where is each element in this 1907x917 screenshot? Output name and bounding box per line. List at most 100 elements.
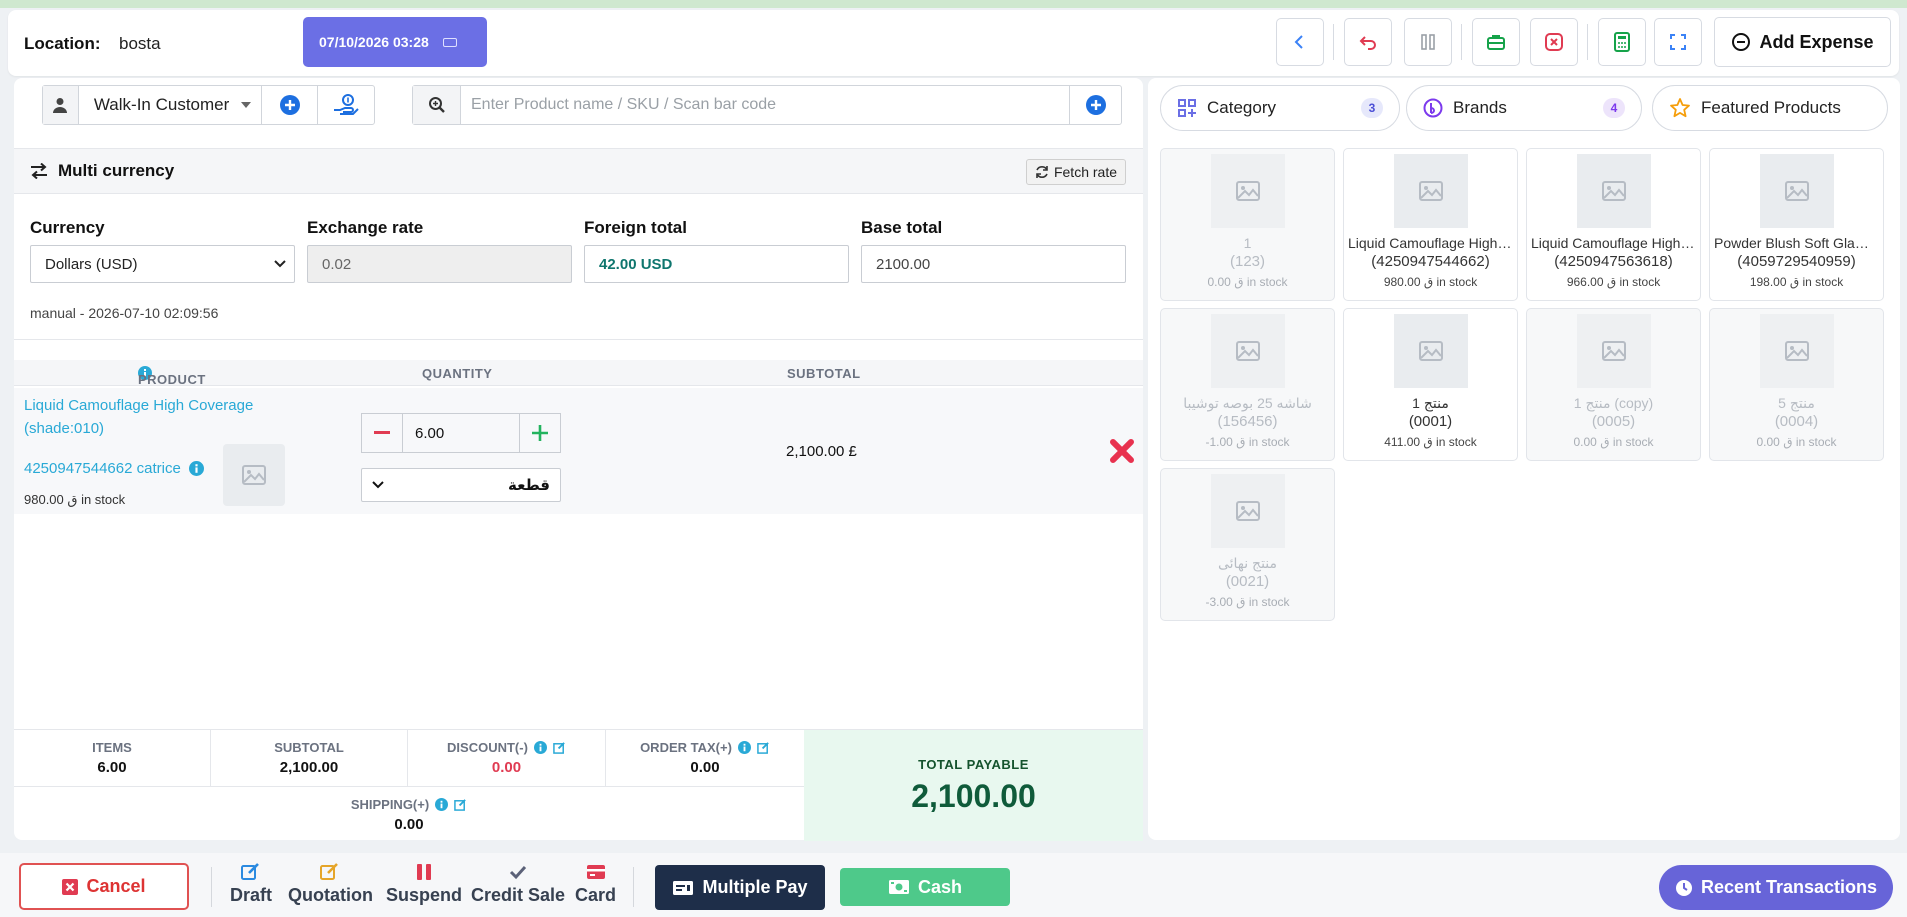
info-icon[interactable] bbox=[435, 798, 449, 811]
undo-icon bbox=[1359, 36, 1376, 50]
pause-button[interactable] bbox=[1404, 18, 1452, 66]
cash-button[interactable]: Cash bbox=[840, 868, 1010, 906]
keyboard-icon bbox=[442, 37, 457, 47]
image-placeholder-icon bbox=[1393, 314, 1468, 388]
product-card[interactable]: منتج 5 (0004) 0.00 ق in stock bbox=[1709, 308, 1884, 461]
edit-icon[interactable] bbox=[553, 741, 566, 754]
product-card-name: شاشه 25 بوصه توشيبا bbox=[1183, 395, 1312, 411]
product-search-group bbox=[412, 85, 1122, 125]
cancel-button[interactable]: Cancel bbox=[19, 863, 189, 910]
register-details-button[interactable] bbox=[1472, 18, 1520, 66]
plus-circle-icon bbox=[279, 95, 300, 115]
currency-select[interactable]: Dollars (USD) bbox=[30, 245, 295, 283]
calculator-icon bbox=[1614, 32, 1630, 52]
multi-currency-title: Multi currency bbox=[58, 161, 175, 180]
exchange-rate-field: Exchange rate 0.02 bbox=[307, 218, 572, 283]
product-card[interactable]: 1 (123) 0.00 ق in stock bbox=[1160, 148, 1335, 301]
back-button[interactable] bbox=[1276, 18, 1324, 66]
product-card-name: منتج نهائى bbox=[1217, 555, 1278, 571]
product-card[interactable]: شاشه 25 بوصه توشيبا (156456) -1.00 ق in st… bbox=[1160, 308, 1335, 461]
cart-table-header: PRODUCT QUANTITY SUBTOTAL bbox=[14, 360, 1143, 387]
edit-icon[interactable] bbox=[757, 741, 770, 754]
info-icon[interactable] bbox=[188, 461, 204, 476]
product-card-sku: (0021) bbox=[1225, 573, 1270, 590]
fetch-rate-button[interactable]: Fetch rate bbox=[1025, 159, 1126, 185]
add-customer-button[interactable] bbox=[262, 86, 319, 124]
edit-icon[interactable] bbox=[454, 798, 467, 811]
transaction-date-button[interactable]: 07/10/2026 03:28 bbox=[303, 17, 487, 67]
briefcase-icon bbox=[1487, 35, 1505, 50]
product-card[interactable]: Powder Blush Soft Glam Powder (4059729540… bbox=[1709, 148, 1884, 301]
top-strip bbox=[0, 0, 1907, 8]
subtotal-column-header: SUBTOTAL bbox=[787, 366, 861, 381]
multiple-pay-button[interactable]: Multiple Pay bbox=[655, 865, 825, 910]
add-product-button[interactable] bbox=[1069, 86, 1121, 124]
minus-circle-icon bbox=[1732, 33, 1751, 51]
total-payable-value: 2,100.00 bbox=[911, 778, 1036, 814]
totals-bar: ITEMS 6.00 SUBTOTAL 2,100.00 DISCOUNT(-)… bbox=[14, 729, 1143, 841]
info-icon[interactable] bbox=[533, 741, 547, 754]
location-label: Location: bbox=[24, 34, 101, 53]
card-label: Card bbox=[575, 885, 617, 905]
fullscreen-button[interactable] bbox=[1654, 18, 1702, 66]
recent-transactions-button[interactable]: Recent Transactions bbox=[1659, 865, 1893, 910]
tab-brands[interactable]: Brands 4 bbox=[1406, 85, 1642, 131]
product-card-name: 1 bbox=[1243, 235, 1252, 251]
quantity-stepper: 6.00 bbox=[361, 413, 561, 453]
suspend-button[interactable]: Suspend bbox=[386, 863, 462, 906]
product-card-stock: 980.00 ق in stock bbox=[1383, 275, 1478, 289]
draft-button[interactable]: Draft bbox=[230, 863, 272, 906]
image-placeholder-icon bbox=[1210, 474, 1285, 548]
footer-divider bbox=[633, 867, 634, 907]
pause-icon bbox=[1421, 34, 1435, 50]
calculator-button[interactable] bbox=[1598, 18, 1646, 66]
credit-card-icon bbox=[586, 865, 605, 879]
product-card-name: Liquid Camouflage High Coverage (shade:0… bbox=[1348, 235, 1517, 251]
close-register-button[interactable] bbox=[1530, 18, 1578, 66]
add-expense-button[interactable]: Add Expense bbox=[1714, 17, 1891, 67]
product-card[interactable]: منتج نهائى (0021) -3.00 ق in stock bbox=[1160, 468, 1335, 621]
quotation-button[interactable]: Quotation bbox=[288, 863, 373, 906]
tab-category[interactable]: Category 3 bbox=[1160, 85, 1400, 131]
unit-select[interactable]: قطعة bbox=[361, 468, 561, 502]
items-total: ITEMS 6.00 bbox=[14, 730, 211, 786]
image-placeholder-icon bbox=[1210, 314, 1285, 388]
tab-featured-products[interactable]: Featured Products bbox=[1652, 85, 1888, 131]
user-icon bbox=[43, 86, 79, 124]
exchange-rate-label: Exchange rate bbox=[307, 218, 424, 237]
credit-sale-button[interactable]: Credit Sale bbox=[471, 863, 565, 906]
card-button[interactable]: Card bbox=[575, 863, 616, 906]
location-value[interactable]: bosta bbox=[119, 34, 161, 54]
info-icon[interactable] bbox=[737, 741, 751, 754]
exchange-rate-input[interactable]: 0.02 bbox=[307, 245, 572, 283]
check-icon bbox=[509, 865, 527, 880]
product-card-sku: (0005) bbox=[1591, 413, 1636, 430]
items-label: ITEMS bbox=[92, 740, 132, 755]
cart-product-name[interactable]: Liquid Camouflage High Coverage (shade:0… bbox=[24, 394, 279, 440]
close-circle-icon bbox=[1545, 33, 1563, 51]
product-browser-panel: Category 3 Brands 4 Featured Products 1 (… bbox=[1148, 78, 1900, 840]
star-icon bbox=[1670, 98, 1690, 118]
product-card-sku: (4250947544662) bbox=[1371, 253, 1490, 270]
quantity-input[interactable]: 6.00 bbox=[402, 414, 520, 452]
return-button[interactable] bbox=[1344, 18, 1392, 66]
add-expense-label: Add Expense bbox=[1759, 31, 1874, 52]
customer-payment-button[interactable] bbox=[318, 86, 374, 124]
product-card-stock: 0.00 ق in stock bbox=[1573, 435, 1654, 449]
money-check-icon bbox=[673, 880, 694, 895]
order-tax-label: ORDER TAX(+) bbox=[640, 740, 732, 755]
product-card[interactable]: Liquid Camouflage High Coverage (shade:0… bbox=[1526, 148, 1701, 301]
product-search-input[interactable] bbox=[461, 86, 1069, 124]
cart-product-sku[interactable]: 4250947544662 catrice bbox=[24, 460, 181, 477]
chevron-down-icon bbox=[372, 481, 384, 489]
decrease-quantity-button[interactable] bbox=[362, 414, 402, 452]
base-total-value: 2100.00 bbox=[861, 245, 1126, 283]
remove-item-button[interactable] bbox=[1105, 434, 1139, 468]
product-column-header: PRODUCT bbox=[138, 366, 205, 387]
product-card[interactable]: منتج 1 (0001) 411.00 ق in stock bbox=[1343, 308, 1518, 461]
increase-quantity-button[interactable] bbox=[520, 414, 560, 452]
shipping-label: SHIPPING(+) bbox=[350, 797, 430, 812]
customer-select[interactable]: Walk-In Customer bbox=[79, 86, 263, 124]
product-card[interactable]: Liquid Camouflage High Coverage (shade:0… bbox=[1343, 148, 1518, 301]
product-card[interactable]: منتج 1 (copy) (0005) 0.00 ق in stock bbox=[1526, 308, 1701, 461]
